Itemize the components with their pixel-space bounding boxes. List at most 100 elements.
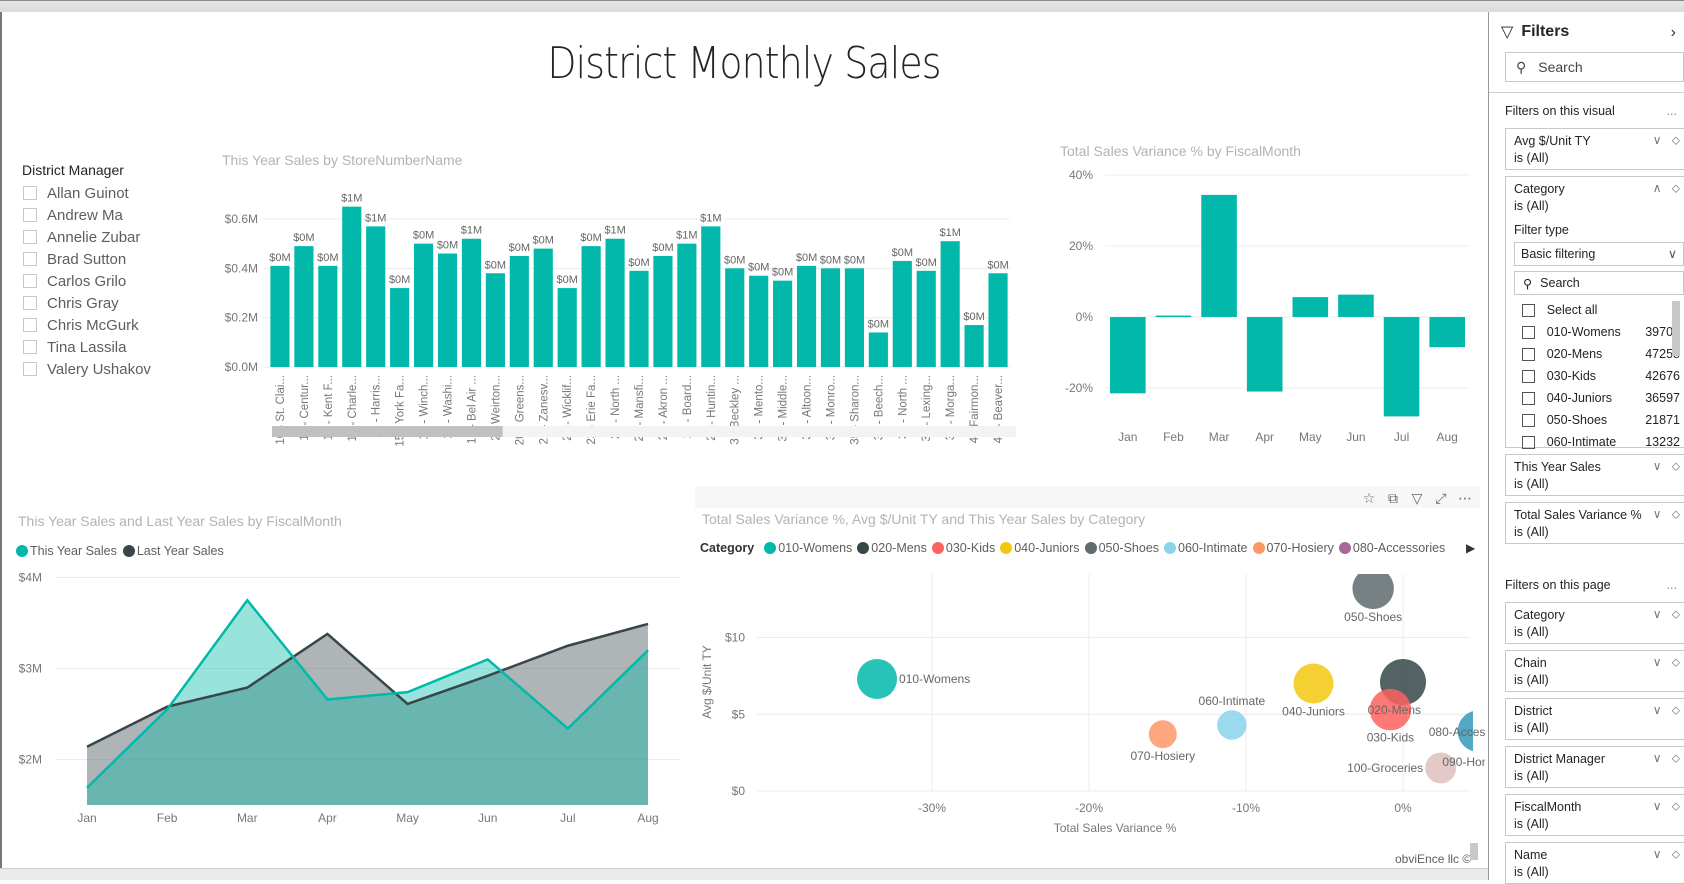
- eraser-icon[interactable]: ⬦: [1672, 751, 1680, 766]
- category-list-item[interactable]: 030-Kids 42676: [1514, 365, 1680, 387]
- checkbox[interactable]: [1522, 325, 1535, 339]
- category-list-item[interactable]: 060-Intimate 13232: [1514, 431, 1680, 449]
- filter-card-this-year-sales[interactable]: This Year Sales is (All) ∨ ⬦: [1505, 454, 1684, 496]
- chevron-up-icon[interactable]: ∧: [1653, 181, 1662, 196]
- bar: [270, 265, 290, 367]
- bar: [437, 253, 458, 367]
- filter-card-avg-unit[interactable]: Avg $/Unit TY is (All) ∨ ⬦: [1505, 128, 1684, 170]
- legend-item[interactable]: 080-Accessories: [1338, 541, 1445, 555]
- chevron-down-icon[interactable]: ∨: [1653, 133, 1662, 148]
- more-options-icon[interactable]: ...: [1667, 578, 1677, 592]
- collapse-filters-icon[interactable]: ›: [1671, 24, 1676, 42]
- slicer-item[interactable]: Allan Guinot: [22, 182, 202, 204]
- chevron-down-icon[interactable]: ∨: [1653, 703, 1662, 718]
- category-search-input[interactable]: ⚲ Search: [1514, 271, 1684, 295]
- slicer-item[interactable]: Carlos Grilo: [22, 270, 202, 292]
- page-filter-card[interactable]: District is (All) ∨ ⬦: [1505, 698, 1684, 740]
- checkbox[interactable]: [23, 318, 37, 332]
- category-list-item[interactable]: 010-Womens 39706: [1514, 321, 1680, 343]
- checkbox[interactable]: [23, 274, 37, 288]
- page-filter-card[interactable]: Chain is (All) ∨ ⬦: [1505, 650, 1684, 692]
- page-filter-card[interactable]: FiscalMonth is (All) ∨ ⬦: [1505, 794, 1684, 836]
- legend-next-arrow-icon[interactable]: ▶: [1466, 541, 1475, 555]
- category-list-item[interactable]: 040-Juniors 36597: [1514, 387, 1680, 409]
- eraser-icon[interactable]: ⬦: [1672, 703, 1680, 718]
- checkbox[interactable]: [23, 296, 37, 310]
- legend-item[interactable]: 010-Womens: [764, 541, 852, 555]
- legend-item[interactable]: 030-Kids: [931, 541, 995, 555]
- filter-card-total-sales-variance[interactable]: Total Sales Variance % is (All) ∨ ⬦: [1505, 502, 1684, 544]
- checkbox[interactable]: [1522, 413, 1535, 427]
- eraser-icon[interactable]: ⬦: [1672, 799, 1680, 814]
- filter-value: is (All): [1514, 865, 1549, 879]
- slicer-item[interactable]: Brad Sutton: [22, 248, 202, 270]
- checkbox[interactable]: [23, 230, 37, 244]
- data-label: $1M: [341, 193, 362, 205]
- checkbox[interactable]: [23, 340, 37, 354]
- slicer-item-label: Carlos Grilo: [47, 272, 127, 290]
- eraser-icon[interactable]: ⬦: [1672, 507, 1680, 522]
- filter-value: is (All): [1514, 673, 1549, 687]
- data-label: $0M: [580, 232, 601, 244]
- checkbox[interactable]: [23, 362, 37, 376]
- category-list-item[interactable]: Select all: [1514, 299, 1680, 321]
- legend-item-this-year[interactable]: This Year Sales: [16, 544, 117, 558]
- more-options-icon[interactable]: ⋯: [1456, 490, 1474, 507]
- chevron-down-icon[interactable]: ∨: [1653, 607, 1662, 622]
- checkbox[interactable]: [23, 186, 37, 200]
- slicer-item[interactable]: Valery Ushakov: [22, 358, 202, 380]
- data-label: $0M: [652, 242, 673, 254]
- category-list-item[interactable]: 020-Mens 47258: [1514, 343, 1680, 365]
- legend-item-last-year[interactable]: Last Year Sales: [122, 544, 224, 558]
- legend-item[interactable]: 050-Shoes: [1084, 541, 1159, 555]
- chevron-down-icon[interactable]: ∨: [1653, 799, 1662, 814]
- checkbox[interactable]: [23, 208, 37, 222]
- pin-icon[interactable]: ☆: [1360, 490, 1378, 507]
- filter-type-select[interactable]: Basic filtering ∨: [1514, 242, 1684, 266]
- eraser-icon[interactable]: ⬦: [1672, 847, 1680, 862]
- category-scatter-chart: -30%-20%-10%0%10%$0$5$10Avg $/Unit TYTot…: [700, 574, 1485, 835]
- item-count: 13232: [1645, 435, 1680, 449]
- eraser-icon[interactable]: ⬦: [1672, 133, 1680, 148]
- category-list-item[interactable]: 050-Shoes 21871: [1514, 409, 1680, 431]
- checkbox[interactable]: [1522, 435, 1535, 449]
- legend-item[interactable]: 070-Hosiery: [1252, 541, 1334, 555]
- more-options-icon[interactable]: ...: [1667, 104, 1677, 118]
- chevron-down-icon[interactable]: ∨: [1653, 751, 1662, 766]
- page-filter-card[interactable]: District Manager is (All) ∨ ⬦: [1505, 746, 1684, 788]
- slicer-item[interactable]: Chris Gray: [22, 292, 202, 314]
- legend-item[interactable]: 020-Mens: [857, 541, 927, 555]
- bottom-scrollbar[interactable]: [0, 868, 1488, 880]
- focus-mode-icon[interactable]: ⤢: [1432, 490, 1450, 507]
- y-tick-label: -20%: [1065, 381, 1093, 395]
- legend-item[interactable]: 060-Intimate: [1164, 541, 1248, 555]
- chevron-down-icon[interactable]: ∨: [1653, 847, 1662, 862]
- filters-search-input[interactable]: ⚲ Search: [1505, 52, 1684, 82]
- eraser-icon[interactable]: ⬦: [1672, 655, 1680, 670]
- copy-icon[interactable]: ⧉: [1384, 490, 1402, 507]
- chevron-down-icon[interactable]: ∨: [1653, 507, 1662, 522]
- eraser-icon[interactable]: ⬦: [1672, 607, 1680, 622]
- chart-scrollbar-thumb[interactable]: [272, 426, 503, 437]
- scatter-scrollbar[interactable]: [1470, 843, 1478, 860]
- slicer-item[interactable]: Annelie Zubar: [22, 226, 202, 248]
- eraser-icon[interactable]: ⬦: [1672, 459, 1680, 474]
- chevron-down-icon[interactable]: ∨: [1653, 459, 1662, 474]
- checkbox[interactable]: [1522, 369, 1535, 383]
- checkbox[interactable]: [1522, 347, 1535, 361]
- chevron-down-icon[interactable]: ∨: [1653, 655, 1662, 670]
- legend-label: 070-Hosiery: [1266, 541, 1334, 555]
- slicer-item-label: Chris Gray: [47, 294, 119, 312]
- checkbox[interactable]: [1522, 391, 1535, 405]
- slicer-item[interactable]: Tina Lassila: [22, 336, 202, 358]
- filter-icon[interactable]: ▽: [1408, 490, 1426, 507]
- eraser-icon[interactable]: ⬦: [1672, 181, 1680, 196]
- page-filter-card[interactable]: Category is (All) ∨ ⬦: [1505, 602, 1684, 644]
- checkbox[interactable]: [23, 252, 37, 266]
- legend-item[interactable]: 040-Juniors: [1000, 541, 1080, 555]
- list-scrollbar[interactable]: [1672, 301, 1680, 356]
- slicer-item[interactable]: Andrew Ma: [22, 204, 202, 226]
- slicer-item[interactable]: Chris McGurk: [22, 314, 202, 336]
- page-filter-card[interactable]: Name is (All) ∨ ⬦: [1505, 842, 1684, 884]
- checkbox[interactable]: [1522, 303, 1535, 317]
